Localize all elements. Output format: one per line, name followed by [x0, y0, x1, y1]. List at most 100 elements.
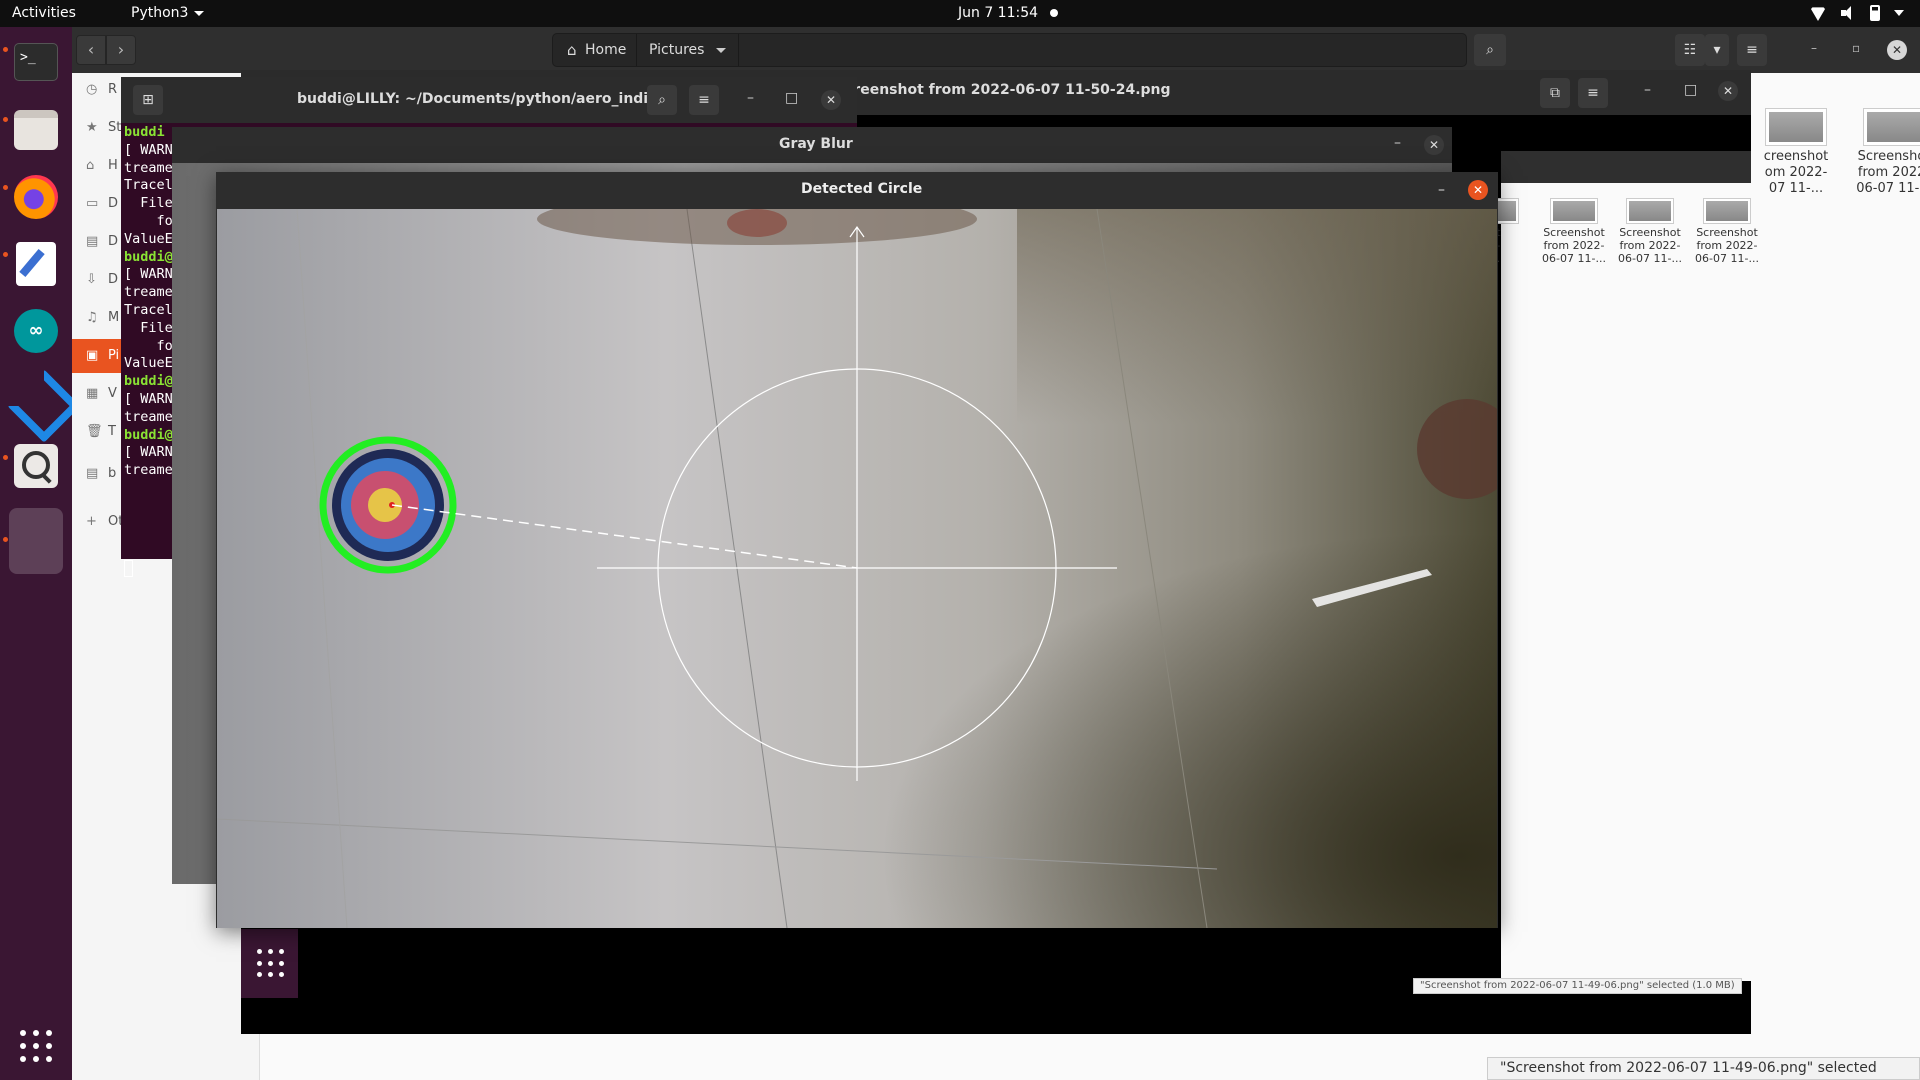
- grid-dot: [268, 960, 273, 966]
- file-thumbnail: Screenshot from 2022- 06-07 11-...: [1612, 199, 1688, 265]
- grid-dot: [279, 960, 284, 966]
- close-button[interactable]: ✕: [821, 90, 841, 110]
- path-pictures-button[interactable]: Pictures: [637, 34, 740, 66]
- file-label: creenshot om 2022- 07 11-...: [1763, 149, 1829, 196]
- clock[interactable]: Jun 7 11:54: [958, 5, 1059, 21]
- app-menu[interactable]: Python3: [131, 5, 205, 21]
- gray-blur-header: Gray Blur – ✕: [172, 127, 1452, 163]
- files-header-bar: ‹ › Home Pictures ⌕ ☷ ▾ ≡ – ▫ ✕: [72, 27, 1920, 73]
- viewer-title: creenshot from 2022-06-07 11-50-24.png: [845, 82, 1171, 98]
- chevron-down-icon: ▾: [1713, 42, 1721, 58]
- dock-text-editor[interactable]: [9, 237, 63, 291]
- terminal-header-bar: ⊞ buddi@LILLY: ~/Documents/python/aero_i…: [121, 77, 857, 123]
- volume-icon: [1840, 5, 1856, 21]
- app-menu-label: Python3: [131, 5, 189, 21]
- file-thumbnail: Screenshot from 2022- 06-07 11-...: [1689, 199, 1765, 265]
- minimize-button[interactable]: –: [1438, 182, 1445, 198]
- running-indicator: [3, 252, 8, 257]
- grid-dot: [20, 1056, 26, 1062]
- grid-dot: [33, 1043, 39, 1049]
- file-label: Screenshot from 2022- 06-07 11-...: [1618, 226, 1682, 265]
- view-options-button[interactable]: ▾: [1705, 34, 1729, 66]
- grid-dot: [257, 949, 262, 954]
- close-icon: ✕: [1722, 84, 1734, 98]
- grid-dot: [257, 960, 262, 966]
- path-home-button[interactable]: Home: [561, 34, 638, 66]
- view-toggle-button[interactable]: ☷: [1675, 34, 1705, 66]
- gray-blur-title: Gray Blur: [779, 136, 853, 152]
- maximize-button[interactable]: □: [1684, 82, 1697, 98]
- running-indicator: [3, 537, 8, 542]
- search-button[interactable]: ⌕: [1474, 34, 1506, 66]
- dock-active-app[interactable]: [9, 508, 63, 574]
- dock-firefox[interactable]: [9, 170, 63, 224]
- sidebar-item-label: R: [108, 82, 118, 97]
- file-thumbnail[interactable]: Screenshot from 2022- 06-07 11-...: [1848, 109, 1920, 197]
- screenshot-header: [1501, 151, 1751, 183]
- dock-image-viewer[interactable]: [9, 439, 63, 493]
- drive-icon: ▤: [86, 466, 99, 481]
- chevron-down-icon: [1894, 10, 1904, 16]
- detected-target: [319, 436, 457, 574]
- maximize-button[interactable]: □: [785, 90, 798, 106]
- sidebar-item-label: D: [108, 234, 119, 249]
- clock-icon: ◷: [86, 82, 98, 97]
- sidebar-item-label: H: [108, 158, 118, 173]
- grid-dot: [33, 1056, 39, 1062]
- dock-arduino[interactable]: ∞: [9, 304, 63, 358]
- close-icon: ✕: [1891, 43, 1903, 57]
- close-icon: ✕: [1428, 138, 1440, 152]
- minimize-button[interactable]: –: [747, 90, 754, 106]
- close-button[interactable]: ✕: [1887, 40, 1907, 60]
- hamburger-icon: ≡: [1587, 85, 1599, 101]
- screenshot-content: ot 2- ... Screenshot from 2022- 06-07 11…: [1472, 151, 1759, 981]
- fullscreen-icon: ⧉: [1550, 85, 1560, 101]
- system-tray[interactable]: [1810, 5, 1904, 21]
- top-bar: Activities Python3 Jun 7 11:54: [0, 0, 1920, 27]
- file-thumbnail[interactable]: creenshot om 2022- 07 11-...: [1750, 109, 1842, 197]
- fullscreen-button[interactable]: ⧉: [1540, 78, 1570, 108]
- running-indicator: [3, 117, 8, 122]
- minimize-button[interactable]: –: [1394, 135, 1401, 151]
- image-search-icon: [14, 444, 58, 488]
- dock-files[interactable]: [9, 103, 63, 157]
- show-applications-button[interactable]: [20, 1030, 52, 1062]
- picture-icon: ▣: [86, 348, 99, 363]
- grid-dot: [46, 1043, 52, 1049]
- chevron-down-icon: [194, 10, 205, 16]
- menu-button[interactable]: ≡: [1737, 34, 1767, 66]
- maximize-button[interactable]: ▫: [1852, 41, 1860, 55]
- arduino-icon: ∞: [14, 309, 58, 353]
- running-indicator: [3, 47, 8, 52]
- terminal-search-button[interactable]: ⌕: [647, 85, 677, 115]
- new-tab-icon: ⊞: [142, 92, 154, 108]
- plus-icon: +: [86, 514, 97, 529]
- camera-frame-svg: [217, 209, 1497, 928]
- sidebar-item-label: Pi: [108, 348, 120, 363]
- close-button[interactable]: ✕: [1718, 81, 1738, 101]
- image-file-icon: [1864, 109, 1920, 145]
- wifi-icon: [1810, 7, 1826, 21]
- dock-vscode[interactable]: [9, 371, 63, 425]
- grid-dot: [20, 1030, 26, 1036]
- activities-button[interactable]: Activities: [12, 5, 76, 21]
- close-icon: ✕: [825, 93, 837, 107]
- dock-terminal[interactable]: >_: [9, 35, 63, 89]
- terminal-menu-button[interactable]: ≡: [689, 85, 719, 115]
- sidebar-item-label: M: [108, 310, 120, 325]
- grid-dot: [46, 1056, 52, 1062]
- minimize-button[interactable]: –: [1644, 82, 1651, 98]
- forward-button[interactable]: ›: [106, 35, 136, 65]
- home-icon: ⌂: [86, 158, 95, 173]
- new-tab-button[interactable]: ⊞: [133, 85, 163, 115]
- back-button[interactable]: ‹: [76, 35, 106, 65]
- terminal-cursor: [124, 560, 133, 577]
- detected-circle-window: Detected Circle – ✕: [216, 172, 1498, 928]
- trash-icon: 🗑: [86, 424, 103, 439]
- foot-object: [727, 209, 787, 237]
- viewer-menu-button[interactable]: ≡: [1578, 78, 1608, 108]
- minimize-button[interactable]: –: [1811, 41, 1817, 55]
- close-icon: ✕: [1472, 183, 1484, 197]
- close-button[interactable]: ✕: [1468, 180, 1488, 200]
- close-button[interactable]: ✕: [1424, 135, 1444, 155]
